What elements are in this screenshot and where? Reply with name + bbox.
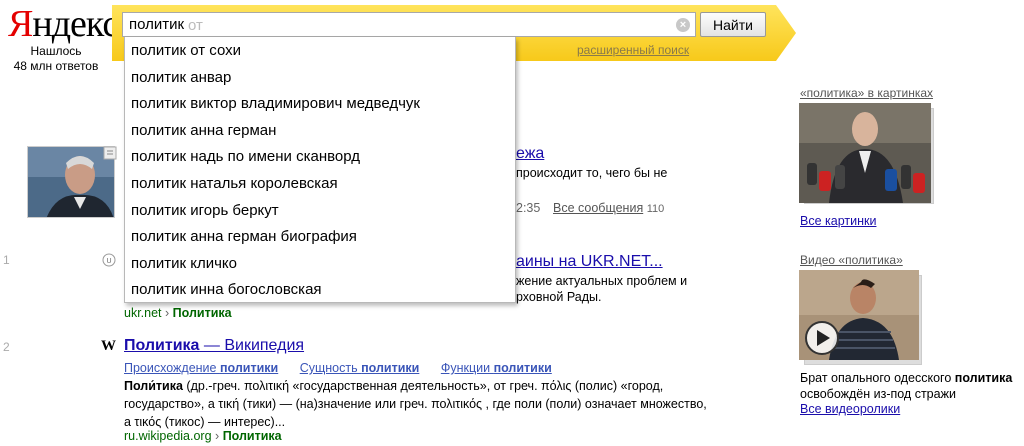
result-2-title[interactable]: Политика — Википедия [124, 337, 304, 355]
video-thumbnail[interactable] [799, 270, 919, 360]
all-images-link[interactable]: Все картинки [800, 214, 876, 228]
suggest-item[interactable]: политик анна герман биография [125, 224, 515, 251]
sublink-origin[interactable]: Происхождение политики [124, 361, 278, 375]
suggest-item[interactable]: политик инна богословская [125, 277, 515, 304]
result-number: 1 [3, 253, 10, 267]
suggest-item[interactable]: политик надь по имени сканворд [125, 144, 515, 171]
images-heading[interactable]: «политика» в картинках [800, 86, 933, 100]
all-messages: Все сообщения 110 [553, 199, 664, 218]
suggest-item[interactable]: политик анвар [125, 65, 515, 92]
search-button[interactable]: Найти [700, 12, 766, 37]
search-box[interactable]: от × [122, 12, 696, 37]
suggest-item[interactable]: политик наталья королевская [125, 171, 515, 198]
result-2-sublinks: Происхождение политики Сущность политики… [124, 359, 552, 377]
clear-icon[interactable]: × [676, 18, 690, 32]
suggest-item[interactable]: политик игорь беркут [125, 198, 515, 225]
search-input[interactable] [129, 16, 659, 33]
wikipedia-icon: W [101, 338, 116, 354]
url-separator: › [215, 429, 220, 443]
result-number: 2 [3, 340, 10, 354]
url-separator: › [165, 306, 170, 320]
suggest-item[interactable]: политик кличко [125, 251, 515, 278]
result-2-snippet: Поли́тика (др.-греч. πολιτική «государст… [124, 379, 707, 429]
blog-result-title[interactable]: ежа [516, 145, 544, 163]
suggest-dropdown: политик от сохи политик анвар политик ви… [124, 37, 516, 303]
result-2-title-rest: — Википедия [199, 337, 305, 354]
result-2-url-path[interactable]: Политика [223, 429, 282, 443]
result-1-url-host[interactable]: ukr.net [124, 306, 162, 320]
all-videos-link[interactable]: Все видеоролики [800, 402, 900, 416]
blog-result-snippet: происходит то, чего бы не [516, 166, 668, 180]
advanced-search-link[interactable]: расширенный поиск [577, 43, 689, 57]
messages-count: 110 [646, 203, 665, 215]
result-2-url: ru.wikipedia.org › Политика [124, 427, 282, 445]
sublink-functions[interactable]: Функции политики [441, 361, 552, 375]
blog-person-thumbnail[interactable] [27, 146, 115, 218]
result-2-title-bold: Политика [124, 337, 200, 354]
blog-result-time: 2:35 [516, 201, 541, 215]
suggest-item[interactable]: политик виктор владимирович медведчук [125, 91, 515, 118]
svg-text:U: U [106, 258, 111, 265]
result-1-url-path[interactable]: Политика [173, 306, 232, 320]
politics-image-thumbnail[interactable] [799, 103, 931, 203]
yandex-logo[interactable]: Яндекс [8, 2, 119, 46]
result-1-url: ukr.net › Политика [124, 304, 232, 322]
video-heading[interactable]: Видео «политика» [800, 253, 903, 267]
result-1-snippet-line2: рховной Рады. [516, 290, 602, 304]
all-messages-link[interactable]: Все сообщения [553, 201, 643, 215]
blog-icon [103, 146, 117, 160]
result-1-title[interactable]: аины на UKR.NET... [516, 253, 663, 271]
video-caption: Брат опального одесского политика освобо… [800, 371, 1013, 401]
ukrnet-favicon: U [102, 253, 116, 267]
suggest-item[interactable]: политик анна герман [125, 118, 515, 145]
sublink-essence[interactable]: Сущность политики [300, 361, 420, 375]
suggest-item[interactable]: политик от сохи [125, 38, 515, 65]
result-2-url-host[interactable]: ru.wikipedia.org [124, 429, 212, 443]
results-count: Нашлось 48 млн ответов [13, 44, 99, 73]
search-completion-hint: от [188, 17, 203, 34]
